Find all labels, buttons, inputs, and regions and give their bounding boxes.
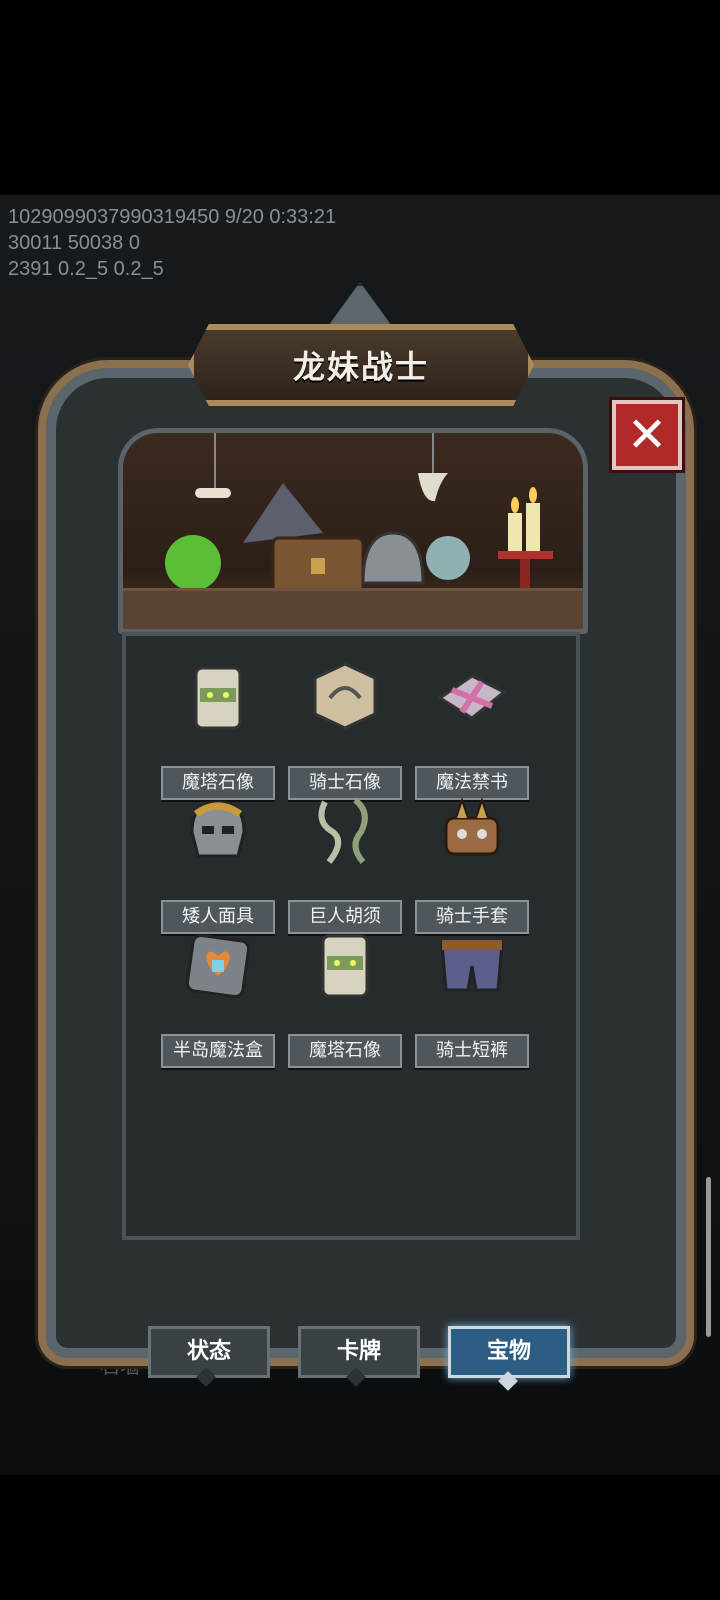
tab-treasure[interactable]: 宝物 — [448, 1326, 570, 1378]
treasure-shelf-scene — [118, 428, 588, 634]
crystal-ball-icon — [426, 536, 470, 580]
claw-icon — [418, 473, 448, 502]
candle-icon — [508, 513, 522, 553]
treasure-item-2[interactable]: 骑士石像 — [288, 658, 402, 800]
treasure-item-5[interactable]: 巨人胡须 — [288, 792, 402, 934]
treasure-item-label: 魔塔石像 — [288, 1034, 402, 1068]
wizard-hat-icon — [243, 483, 323, 543]
treasure-item-label: 骑士短裤 — [415, 1034, 529, 1068]
close-icon: ✕ — [626, 407, 668, 463]
debug-line-1: 1029099037990319450 9/20 0:33:21 — [8, 206, 337, 228]
debug-line-3: 2391 0.2_5 0.2_5 — [8, 258, 164, 280]
treasure-item-7[interactable]: 半岛魔法盒 — [161, 926, 275, 1068]
magic-box-icon — [185, 933, 251, 999]
knight-statue-icon — [313, 662, 377, 730]
treasure-item-4[interactable]: 矮人面具 — [161, 792, 275, 934]
knight-gauntlet-icon — [444, 796, 500, 856]
forbidden-book-icon — [437, 674, 507, 720]
dwarf-mask-icon — [190, 800, 246, 858]
bone-icon — [195, 488, 231, 498]
giant-beard-icon — [318, 797, 368, 864]
shelf-board — [123, 588, 583, 629]
debug-info: 1029099037990319450 9/20 0:33:21 30011 5… — [8, 204, 336, 282]
treasure-grid: 魔塔石像 骑士石像 魔法禁书 矮人面具 巨人胡须 骑士手套 半岛魔法盒 魔塔石像… — [122, 632, 580, 1240]
close-button[interactable]: ✕ — [612, 400, 682, 470]
treasure-item-6[interactable]: 骑士手套 — [415, 792, 529, 934]
helmet-icon — [361, 531, 425, 585]
green-orb-icon — [165, 535, 221, 591]
tower-statue-icon — [194, 666, 242, 730]
treasure-item-3[interactable]: 魔法禁书 — [415, 658, 529, 800]
treasure-item-8[interactable]: 魔塔石像 — [288, 926, 402, 1068]
debug-line-2: 30011 50038 0 — [8, 232, 140, 254]
knight-shorts-icon — [440, 940, 504, 992]
tower-statue-icon — [321, 934, 369, 998]
title-banner: 龙妹战士 — [188, 324, 534, 406]
treasure-item-label: 半岛魔法盒 — [161, 1034, 275, 1068]
dialog-title: 龙妹战士 — [292, 348, 429, 386]
scrollbar[interactable] — [706, 1177, 711, 1337]
treasure-item-9[interactable]: 骑士短裤 — [415, 926, 529, 1068]
treasure-item-1[interactable]: 魔塔石像 — [161, 658, 275, 800]
